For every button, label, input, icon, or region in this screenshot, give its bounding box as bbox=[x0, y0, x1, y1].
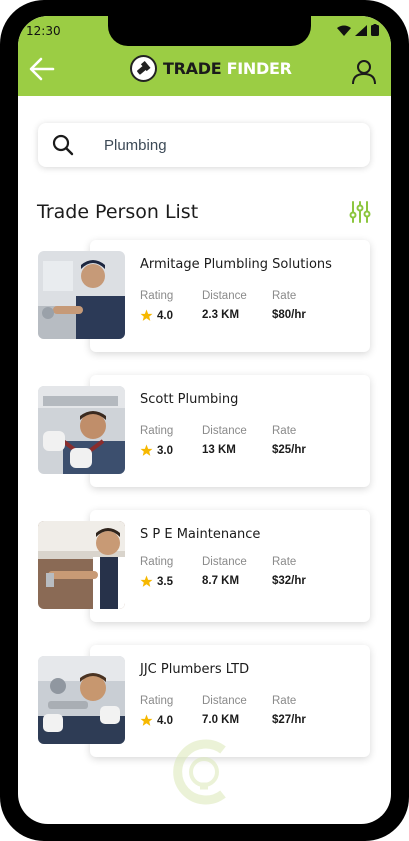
distance-value: 8.7 KM bbox=[202, 575, 240, 587]
distance-label: Distance bbox=[202, 290, 247, 302]
rating-value: 4.0 bbox=[140, 309, 173, 322]
rate-value: $27/hr bbox=[272, 714, 306, 726]
rate-value: $32/hr bbox=[272, 575, 306, 587]
signal-icon bbox=[355, 24, 367, 36]
status-time: 12:30 bbox=[26, 24, 61, 38]
phone-frame: 12:30 TRADE FINDER Plumbing Trade Person… bbox=[0, 0, 409, 841]
distance-value: 2.3 KM bbox=[202, 309, 240, 321]
distance-stat: Distance 7.0 KM bbox=[202, 695, 247, 726]
device-notch bbox=[108, 16, 311, 46]
search-icon[interactable] bbox=[52, 134, 74, 156]
distance-value: 13 KM bbox=[202, 444, 236, 456]
rating-label: Rating bbox=[140, 425, 174, 437]
search-input[interactable] bbox=[104, 134, 354, 156]
trade-photo[interactable] bbox=[38, 386, 125, 474]
rate-label: Rate bbox=[272, 695, 297, 707]
user-profile-icon[interactable] bbox=[351, 59, 377, 85]
distance-stat: Distance 13 KM bbox=[202, 425, 247, 456]
rate-label: Rate bbox=[272, 425, 297, 437]
brand: TRADE FINDER bbox=[130, 55, 292, 82]
rate-label: Rate bbox=[272, 290, 297, 302]
trade-photo[interactable] bbox=[38, 521, 125, 609]
rating-stat: Rating 4.0 bbox=[140, 290, 173, 322]
star-icon bbox=[140, 309, 153, 321]
rating-number: 3.0 bbox=[157, 444, 173, 457]
rating-number: 4.0 bbox=[157, 714, 173, 727]
rating-value: 3.5 bbox=[140, 575, 173, 588]
back-arrow-icon[interactable] bbox=[28, 56, 56, 82]
rating-value: 4.0 bbox=[140, 714, 173, 727]
rate-stat: Rate $32/hr bbox=[272, 556, 306, 587]
brand-name: TRADE FINDER bbox=[163, 59, 292, 78]
app-screen: 12:30 TRADE FINDER Plumbing Trade Person… bbox=[18, 16, 391, 824]
rating-value: 3.0 bbox=[140, 444, 173, 457]
distance-value: 7.0 KM bbox=[202, 714, 240, 726]
rate-label: Rate bbox=[272, 556, 297, 568]
distance-label: Distance bbox=[202, 556, 247, 568]
star-icon bbox=[140, 444, 153, 456]
star-icon bbox=[140, 575, 153, 587]
distance-label: Distance bbox=[202, 425, 247, 437]
rating-number: 4.0 bbox=[157, 309, 173, 322]
rate-value: $25/hr bbox=[272, 444, 306, 456]
trade-card[interactable]: Scott Plumbing Rating 3.0 Distance 13 KM… bbox=[90, 375, 370, 487]
trade-photo[interactable] bbox=[38, 251, 125, 339]
watermark-logo-icon bbox=[173, 739, 226, 805]
section-title: Trade Person List bbox=[37, 201, 199, 223]
rating-label: Rating bbox=[140, 290, 174, 302]
brand-word-finder: FINDER bbox=[226, 59, 292, 78]
app-header: 12:30 TRADE FINDER bbox=[18, 16, 391, 96]
rating-stat: Rating 3.5 bbox=[140, 556, 173, 588]
brand-word-trade: TRADE bbox=[163, 59, 222, 78]
brand-logo-icon bbox=[130, 55, 157, 82]
trade-name: JJC Plumbers LTD bbox=[140, 662, 250, 677]
distance-stat: Distance 2.3 KM bbox=[202, 290, 247, 321]
rating-stat: Rating 4.0 bbox=[140, 695, 173, 727]
rating-stat: Rating 3.0 bbox=[140, 425, 173, 457]
trade-card[interactable]: S P E Maintenance Rating 3.5 Distance 8.… bbox=[90, 510, 370, 622]
trade-photo[interactable] bbox=[38, 656, 125, 744]
star-icon bbox=[140, 714, 153, 726]
search-bar bbox=[38, 123, 370, 167]
battery-icon bbox=[371, 24, 379, 36]
status-icons bbox=[337, 24, 379, 36]
wifi-icon bbox=[337, 25, 351, 36]
rate-stat: Rate $25/hr bbox=[272, 425, 306, 456]
filter-sliders-icon[interactable] bbox=[349, 200, 371, 224]
rate-stat: Rate $80/hr bbox=[272, 290, 306, 321]
trade-card[interactable]: Armitage Plumbling Solutions Rating 4.0 … bbox=[90, 240, 370, 352]
rating-label: Rating bbox=[140, 695, 174, 707]
rating-number: 3.5 bbox=[157, 575, 173, 588]
distance-label: Distance bbox=[202, 695, 247, 707]
rating-label: Rating bbox=[140, 556, 174, 568]
trade-name: Scott Plumbing bbox=[140, 392, 239, 407]
distance-stat: Distance 8.7 KM bbox=[202, 556, 247, 587]
trade-name: S P E Maintenance bbox=[140, 527, 261, 542]
rate-stat: Rate $27/hr bbox=[272, 695, 306, 726]
trade-name: Armitage Plumbling Solutions bbox=[140, 257, 332, 272]
rate-value: $80/hr bbox=[272, 309, 306, 321]
